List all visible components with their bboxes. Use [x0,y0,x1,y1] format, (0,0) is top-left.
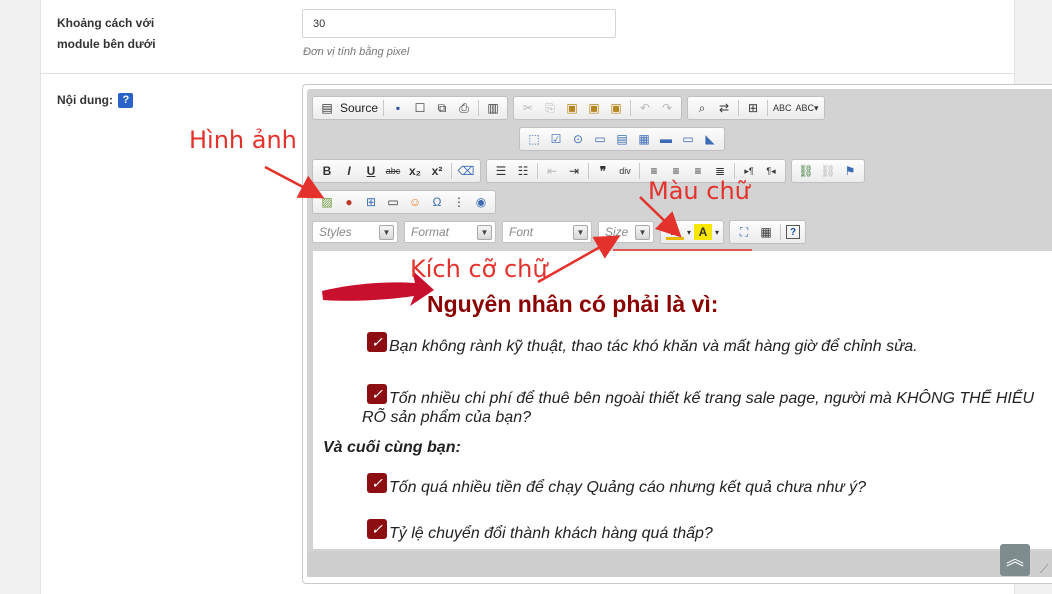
annotation-size: Kích cỡ chữ [410,255,548,283]
annotation-image: Hình ảnh [189,126,297,154]
annotation-overlay [264,165,752,306]
annotation-color: Màu chữ [648,177,750,205]
arrow-to-image [264,165,325,199]
arrow-to-size [537,235,621,284]
